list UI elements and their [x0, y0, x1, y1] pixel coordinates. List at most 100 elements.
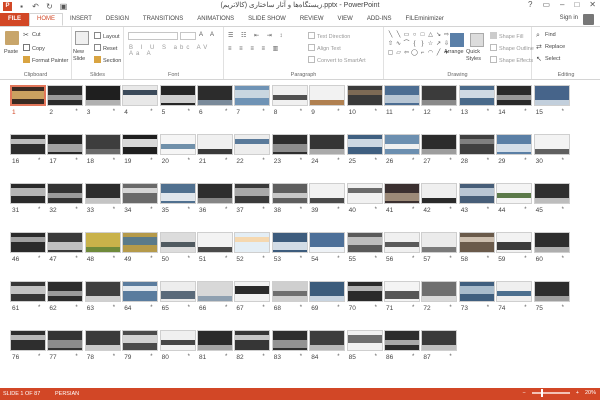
- slide-preview[interactable]: [309, 232, 346, 253]
- slide-preview[interactable]: [197, 134, 233, 155]
- tab-home[interactable]: HOME: [29, 13, 63, 26]
- slide-preview[interactable]: [159, 330, 196, 351]
- slide-preview[interactable]: [346, 232, 383, 253]
- slide-thumbnail[interactable]: 82 *: [234, 330, 271, 361]
- slide-preview[interactable]: [458, 85, 495, 106]
- transition-star-icon[interactable]: *: [562, 256, 564, 262]
- tab-slide-show[interactable]: SLIDE SHOW: [241, 13, 293, 26]
- transition-star-icon[interactable]: *: [75, 207, 77, 213]
- slide-preview[interactable]: [496, 183, 533, 204]
- curve-shape-icon[interactable]: ⌒: [403, 40, 410, 48]
- slide-thumbnail[interactable]: 53 *: [271, 232, 308, 263]
- slide-thumbnail[interactable]: 34 *: [122, 183, 159, 214]
- slide-preview[interactable]: [346, 134, 383, 155]
- slide-thumbnail[interactable]: 6 *: [197, 85, 233, 116]
- slide-preview[interactable]: [496, 232, 533, 253]
- transition-star-icon[interactable]: *: [487, 158, 489, 164]
- transition-star-icon[interactable]: *: [412, 256, 414, 262]
- replace-button[interactable]: ⇄ Replace: [536, 44, 565, 51]
- slide-preview[interactable]: [421, 232, 458, 253]
- slide-preview[interactable]: [458, 134, 495, 155]
- transition-star-icon[interactable]: *: [412, 109, 414, 115]
- slide-thumbnail[interactable]: 38 *: [271, 183, 308, 214]
- transition-star-icon[interactable]: *: [449, 354, 451, 360]
- transition-star-icon[interactable]: *: [300, 207, 302, 213]
- tab-design[interactable]: DESIGN: [99, 13, 136, 26]
- new-slide-icon[interactable]: [75, 31, 89, 45]
- tab-fileminimizer[interactable]: FILEminimizer: [399, 13, 451, 26]
- slide-preview[interactable]: [122, 330, 159, 351]
- slide-preview[interactable]: [458, 281, 495, 302]
- zoom-out-button[interactable]: −: [523, 390, 526, 396]
- slide-thumbnail[interactable]: 27 *: [421, 134, 458, 165]
- line-shape-icon[interactable]: ↘: [435, 31, 442, 39]
- transition-star-icon[interactable]: *: [412, 158, 414, 164]
- slide-thumbnail[interactable]: 4 *: [122, 85, 159, 116]
- curve-shape-icon[interactable]: ∿: [395, 40, 402, 48]
- slide-preview[interactable]: [159, 85, 196, 106]
- help-icon[interactable]: ?: [528, 0, 532, 9]
- slide-preview[interactable]: [47, 330, 84, 351]
- transition-star-icon[interactable]: *: [412, 354, 414, 360]
- transition-star-icon[interactable]: *: [562, 158, 564, 164]
- transition-star-icon[interactable]: *: [487, 207, 489, 213]
- slide-thumbnail[interactable]: 1: [10, 85, 46, 116]
- slide-preview[interactable]: [234, 85, 271, 106]
- layout-button[interactable]: Layout: [94, 32, 120, 40]
- oval-shape-icon[interactable]: ○: [411, 31, 418, 39]
- transition-star-icon[interactable]: *: [262, 109, 264, 115]
- slide-preview[interactable]: [84, 232, 121, 253]
- slide-preview[interactable]: [384, 281, 420, 302]
- transition-star-icon[interactable]: *: [262, 354, 264, 360]
- transition-star-icon[interactable]: *: [487, 256, 489, 262]
- slide-preview[interactable]: [47, 232, 84, 253]
- transition-star-icon[interactable]: *: [262, 305, 264, 311]
- transition-star-icon[interactable]: *: [300, 109, 302, 115]
- slide-thumbnail[interactable]: 37 *: [234, 183, 271, 214]
- tab-review[interactable]: REVIEW: [293, 13, 331, 26]
- slide-thumbnail[interactable]: 86 *: [384, 330, 420, 361]
- slide-thumbnail[interactable]: 67 *: [234, 281, 271, 312]
- sign-in-link[interactable]: Sign in: [560, 15, 578, 21]
- align-buttons[interactable]: ≡ ≡ ≡ ≡ ▥: [228, 45, 281, 52]
- slide-thumbnail[interactable]: 42 *: [421, 183, 458, 214]
- close-icon[interactable]: ✕: [589, 0, 596, 9]
- arrow-shape-icon[interactable]: ⇨: [443, 31, 450, 39]
- transition-star-icon[interactable]: *: [524, 109, 526, 115]
- slide-thumbnail[interactable]: 3 *: [84, 85, 121, 116]
- transition-star-icon[interactable]: *: [487, 305, 489, 311]
- slide-preview[interactable]: [197, 85, 233, 106]
- oval-shape-icon[interactable]: ◯: [411, 49, 418, 57]
- slide-thumbnail[interactable]: 57 *: [421, 232, 458, 263]
- slide-thumbnail[interactable]: 50 *: [159, 232, 196, 263]
- transition-star-icon[interactable]: *: [449, 256, 451, 262]
- slide-preview[interactable]: [309, 85, 346, 106]
- slide-preview[interactable]: [384, 232, 420, 253]
- transition-star-icon[interactable]: *: [225, 109, 227, 115]
- slide-thumbnail[interactable]: 84 *: [309, 330, 346, 361]
- transition-star-icon[interactable]: *: [225, 305, 227, 311]
- slide-thumbnail[interactable]: 51 *: [197, 232, 233, 263]
- slide-preview[interactable]: [10, 85, 46, 106]
- curve-shape-icon[interactable]: ◠: [427, 49, 434, 57]
- transition-star-icon[interactable]: *: [524, 305, 526, 311]
- transition-star-icon[interactable]: *: [38, 354, 40, 360]
- transition-star-icon[interactable]: *: [75, 256, 77, 262]
- language-indicator[interactable]: PERSIAN: [55, 391, 79, 397]
- shape-outline-button[interactable]: Shape Outline: [490, 44, 534, 52]
- slide-thumbnail[interactable]: 25 *: [346, 134, 383, 165]
- slide-preview[interactable]: [47, 134, 84, 155]
- slide-preview[interactable]: [496, 281, 533, 302]
- transition-star-icon[interactable]: *: [375, 256, 377, 262]
- slide-thumbnail[interactable]: 18 *: [84, 134, 121, 165]
- transition-star-icon[interactable]: *: [375, 354, 377, 360]
- slide-preview[interactable]: [234, 281, 271, 302]
- slide-thumbnail[interactable]: 69 *: [309, 281, 346, 312]
- slide-preview[interactable]: [533, 85, 570, 106]
- transition-star-icon[interactable]: *: [38, 207, 40, 213]
- transition-star-icon[interactable]: *: [300, 256, 302, 262]
- transition-star-icon[interactable]: *: [300, 305, 302, 311]
- slide-thumbnail[interactable]: 83 *: [271, 330, 308, 361]
- slide-thumbnail[interactable]: 32 *: [47, 183, 84, 214]
- transition-star-icon[interactable]: *: [449, 109, 451, 115]
